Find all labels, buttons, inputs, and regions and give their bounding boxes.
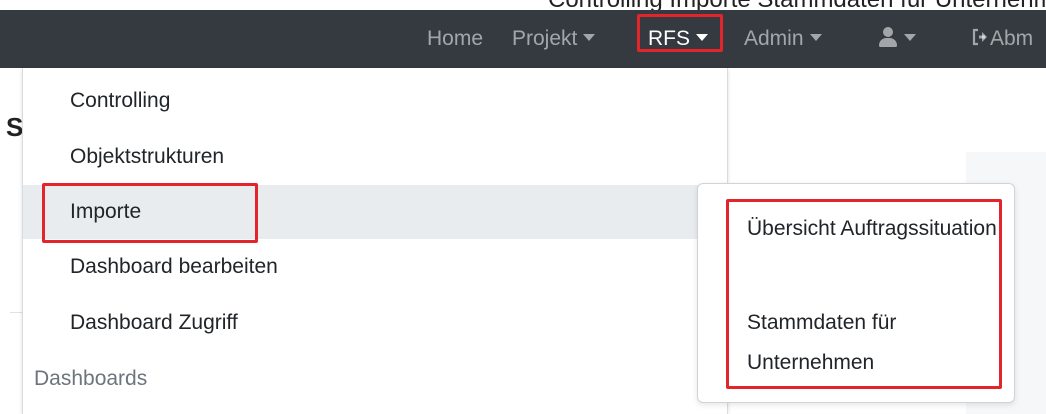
page: Controlling Importe Stammdaten für Unter…	[0, 0, 1046, 414]
nav-home[interactable]: Home	[427, 10, 483, 68]
menu-item-objektstrukturen[interactable]: Objektstrukturen	[23, 130, 727, 184]
caption-text: Controlling Importe Stammdaten für Unter…	[548, 0, 1046, 10]
rfs-highlight-box	[637, 14, 723, 52]
nav-admin[interactable]: Admin	[744, 10, 822, 68]
nav-admin-label: Admin	[744, 27, 804, 50]
submenu-highlight-box	[726, 199, 1002, 389]
divider	[10, 312, 22, 313]
user-icon	[878, 26, 898, 48]
caret-down-icon	[904, 33, 916, 41]
nav-abmelden-label: Abm	[990, 27, 1034, 50]
nav-projekt-label: Projekt	[512, 27, 578, 50]
caret-down-icon	[809, 33, 822, 41]
page-heading-partial: S	[6, 112, 24, 142]
menu-item-controlling[interactable]: Controlling	[23, 74, 727, 128]
nav-projekt[interactable]: Projekt	[512, 10, 596, 68]
importe-highlight-box	[42, 183, 258, 243]
menu-section-header-dashboards: Dashboards	[34, 367, 148, 390]
clipped-caption: Controlling Importe Stammdaten für Unter…	[0, 0, 1046, 10]
sign-out-icon	[972, 29, 987, 46]
nav-user-menu[interactable]	[878, 10, 916, 68]
nav-abmelden[interactable]: Abm	[972, 10, 1033, 68]
menu-item-dashboard-zugriff[interactable]: Dashboard Zugriff	[23, 296, 727, 350]
top-navbar: Home Projekt RFS Admin Abm	[0, 10, 1046, 68]
caret-down-icon	[583, 33, 596, 41]
menu-item-dashboard-bearbeiten[interactable]: Dashboard bearbeiten	[23, 240, 727, 294]
